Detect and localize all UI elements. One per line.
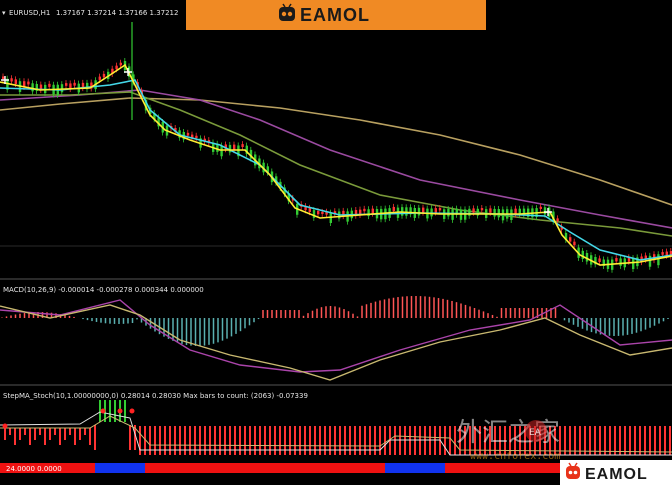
candle-body <box>27 81 30 85</box>
candle-body <box>10 78 13 82</box>
candle-body <box>438 208 442 211</box>
candle-body <box>543 207 547 215</box>
candle-body <box>434 208 437 213</box>
top-banner: EAMOL <box>186 0 486 30</box>
candle-body <box>598 258 601 262</box>
candle-body <box>539 206 542 209</box>
candle-body <box>493 208 496 217</box>
candle-body <box>648 255 652 267</box>
ohlc-values: 1.37167 1.37214 1.37166 1.37212 <box>56 9 178 17</box>
candle-body <box>60 84 64 93</box>
macd-main-line <box>0 304 672 381</box>
ma-line-purple <box>0 89 672 229</box>
candle-body <box>363 208 366 212</box>
candle-body <box>632 258 635 270</box>
strip-segment <box>145 463 385 473</box>
macd-signal-line <box>0 299 672 373</box>
trading-chart: ▾ EURUSD,H1 1.37167 1.37214 1.37166 1.37… <box>0 0 672 485</box>
candle-body <box>371 208 374 214</box>
stoch-signal-dot-icon <box>2 423 8 429</box>
candle-body <box>619 258 622 266</box>
candle-body <box>615 258 618 262</box>
candle-body <box>2 76 5 80</box>
candle-body <box>119 62 122 66</box>
strip-segment <box>95 463 145 473</box>
candle-body <box>661 252 664 255</box>
candle-body <box>321 211 324 214</box>
bottom-strip-label: 24.0000 0.0000 <box>6 465 62 473</box>
stoch-label: StepMA_Stoch(10,1.00000000,0) 0.28014 0.… <box>3 392 308 400</box>
macd-pane[interactable] <box>0 296 672 381</box>
stoch-signal-dot-icon <box>100 408 106 414</box>
candle-body <box>489 208 492 213</box>
watermark-url: www.cnforex.com <box>470 451 560 462</box>
macd-label: MACD(10,26,9) -0.000014 -0.000278 0.0003… <box>3 286 204 294</box>
candle-body <box>186 132 190 136</box>
candle-body <box>480 208 484 211</box>
corner-brand: EAMOL <box>585 466 648 483</box>
candle-body <box>581 250 584 259</box>
strip-segment <box>385 463 445 473</box>
candle-body <box>14 79 17 85</box>
price-pane[interactable] <box>0 22 672 273</box>
candle-body <box>73 82 76 86</box>
candle-body <box>31 83 34 92</box>
candle-body <box>569 237 572 242</box>
stoch-signal-dot-icon <box>117 408 123 414</box>
stoch-pane[interactable] <box>0 400 672 456</box>
candle-body <box>98 76 101 80</box>
ma-line-cyan <box>0 79 672 261</box>
candle-body <box>573 241 576 246</box>
candle-body <box>195 135 198 138</box>
watermark-stamp: EA <box>529 428 542 438</box>
strip-segment <box>445 463 560 473</box>
candle-body <box>422 207 425 213</box>
candle-body <box>65 83 68 86</box>
candle-body <box>317 211 320 215</box>
candle-body <box>657 254 660 266</box>
candle-body <box>48 83 51 87</box>
candle-body <box>556 218 559 222</box>
candle-body <box>417 207 421 216</box>
candle-body <box>115 65 118 70</box>
candle-body <box>102 73 106 78</box>
ma-line-fast <box>0 63 672 266</box>
banner-brand: EAMOL <box>300 5 370 25</box>
symbol-arrow-icon[interactable]: ▾ <box>2 9 6 17</box>
candle-body <box>472 208 475 213</box>
watermark: 外汇之家 EA www.cnforex.com <box>456 418 560 462</box>
symbol-label: EURUSD,H1 <box>9 9 50 17</box>
candle-body <box>392 206 395 212</box>
stoch-signal-dot-icon <box>129 408 135 414</box>
candle-body <box>241 144 244 147</box>
corner-logo: EAMOL <box>560 460 672 485</box>
bottom-color-strip <box>0 463 560 473</box>
